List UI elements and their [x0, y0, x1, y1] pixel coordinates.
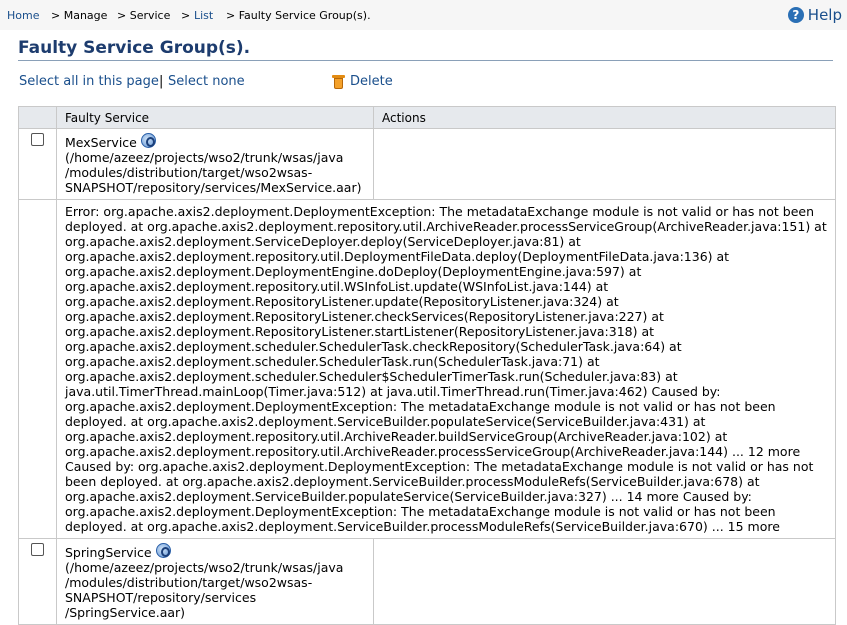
faulty-services-table: Faulty Service Actions MexService (/home…	[18, 106, 836, 625]
help-label[interactable]: Help	[808, 6, 842, 24]
table-row: SpringService (/home/azeez/projects/wso2…	[18, 538, 836, 625]
breadcrumb-service: > Service	[117, 9, 171, 22]
service-path: (/home/azeez/projects/wso2/trunk/wsas/ja…	[65, 150, 362, 195]
row-checkbox[interactable]	[31, 543, 44, 556]
toolbar-separator: |	[159, 74, 164, 89]
breadcrumb-manage: > Manage	[51, 9, 108, 22]
header-faulty-service: Faulty Service	[56, 106, 374, 129]
delete-label[interactable]: Delete	[350, 74, 393, 89]
service-name: MexService	[65, 135, 137, 150]
select-all-link[interactable]: Select all in this page	[19, 74, 159, 89]
axis-service-icon	[140, 133, 156, 148]
service-cell: MexService (/home/azeez/projects/wso2/tr…	[56, 128, 374, 200]
row-select-cell	[18, 128, 57, 200]
breadcrumb-list[interactable]: List	[194, 9, 213, 22]
error-row: Error: org.apache.axis2.deployment.Deplo…	[18, 199, 836, 539]
breadcrumb-home[interactable]: Home	[7, 9, 39, 22]
delete-button[interactable]: Delete	[332, 74, 393, 89]
service-name: SpringService	[65, 545, 152, 560]
table-row: MexService (/home/azeez/projects/wso2/tr…	[18, 128, 836, 200]
header-actions: Actions	[373, 106, 836, 129]
row-select-cell	[18, 538, 57, 625]
page-title: Faulty Service Group(s).	[18, 38, 251, 58]
header-select	[18, 106, 57, 129]
title-divider	[18, 60, 833, 61]
breadcrumb-current: > Faulty Service Group(s).	[226, 9, 371, 22]
actions-cell	[373, 538, 836, 625]
select-none-link[interactable]: Select none	[168, 74, 245, 89]
trash-icon[interactable]	[332, 74, 345, 89]
axis-service-icon	[155, 543, 171, 558]
service-path: (/home/azeez/projects/wso2/trunk/wsas/ja…	[65, 560, 344, 620]
breadcrumb-list-prefix: >	[181, 9, 191, 22]
table-header-row: Faulty Service Actions	[18, 106, 836, 129]
row-checkbox[interactable]	[31, 133, 44, 146]
error-spacer-cell	[18, 199, 57, 539]
service-cell: SpringService (/home/azeez/projects/wso2…	[56, 538, 374, 625]
error-message: Error: org.apache.axis2.deployment.Deplo…	[56, 199, 836, 539]
actions-cell	[373, 128, 836, 200]
help-icon[interactable]: ?	[787, 7, 804, 23]
breadcrumb: Home > Manage > Service > List > Faulty …	[0, 0, 847, 30]
help-link[interactable]: ? Help	[787, 6, 842, 24]
